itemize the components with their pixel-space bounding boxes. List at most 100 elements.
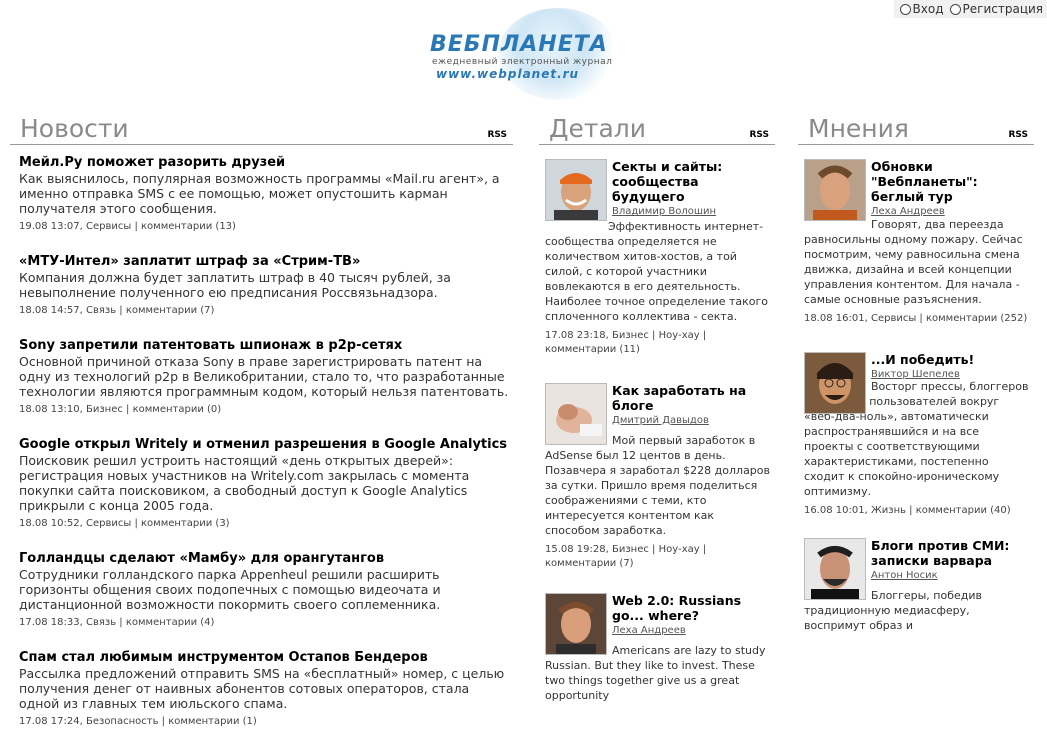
details-header: Детали RSS xyxy=(539,114,775,145)
news-item: Google открыл Writely и отменил разрешен… xyxy=(19,437,513,529)
news-meta: 17.08 18:33, Связь | комментарии (4) xyxy=(19,617,215,628)
news-section-link[interactable]: Сервисы xyxy=(86,221,131,232)
details-heading[interactable]: Детали xyxy=(549,114,646,144)
news-item: Голландцы сделают «Мамбу» для орангутанг… xyxy=(19,551,513,628)
article-meta[interactable]: 17.08 23:18, Бизнес | Ноу-хау | коммента… xyxy=(545,329,771,357)
news-title[interactable]: Мейл.Ру поможет разорить друзей xyxy=(19,155,513,171)
register-option[interactable]: Регистрация xyxy=(949,2,1043,16)
article-body: Мой первый заработок в AdSense был 12 це… xyxy=(545,434,771,537)
author-photo-icon xyxy=(546,160,606,220)
news-meta: 18.08 10:52, Сервисы | комментарии (3) xyxy=(19,518,230,529)
opinions-heading[interactable]: Мнения xyxy=(808,114,909,144)
opinions-header: Мнения RSS xyxy=(798,114,1034,145)
news-section-link[interactable]: Связь xyxy=(86,617,116,628)
site-logo[interactable]: ВЕБПЛАНЕТА ежедневный электронный журнал… xyxy=(428,6,628,100)
news-date: 19.08 13:07 xyxy=(19,221,80,232)
news-lead: Основной причиной отказа Sony в праве за… xyxy=(19,354,509,399)
author-photo[interactable] xyxy=(804,352,866,414)
article-author[interactable]: Дмитрий Давыдов xyxy=(612,415,771,426)
article-title[interactable]: Секты и сайты: сообщества будущего xyxy=(612,159,771,204)
news-comments-link[interactable]: комментарии (13) xyxy=(141,221,236,232)
news-section-link[interactable]: Бизнес xyxy=(86,404,123,415)
author-photo-icon xyxy=(546,384,606,444)
logo-brand: ВЕБПЛАНЕТА xyxy=(430,32,608,57)
news-lead: Сотрудники голландского парка Appenheul … xyxy=(19,567,441,612)
article-title[interactable]: Обновки "Вебпланеты": беглый тур xyxy=(871,159,1030,204)
author-photo[interactable] xyxy=(545,159,607,221)
opinions-column: Мнения RSS Обновки "Вебпланеты": беглый … xyxy=(798,114,1034,633)
news-meta: 18.08 14:57, Связь | комментарии (7) xyxy=(19,305,215,316)
article-title[interactable]: Web 2.0: Russians go... where? xyxy=(612,593,771,623)
author-photo[interactable] xyxy=(545,383,607,445)
login-radio-icon[interactable] xyxy=(899,3,911,15)
article-author[interactable]: Антон Носик xyxy=(871,570,1030,581)
login-label[interactable]: Вход xyxy=(913,2,944,16)
news-item: «МТУ-Интел» заплатит штраф за «Стрим-ТВ»… xyxy=(19,254,513,316)
news-item: Спам стал любимым инструментом Остапов Б… xyxy=(19,650,513,727)
article-author[interactable]: Леха Андреев xyxy=(871,206,1030,217)
news-rss-link[interactable]: RSS xyxy=(488,130,508,140)
news-column: Новости RSS Мейл.Ру поможет разорить дру… xyxy=(10,114,513,749)
author-photo-icon xyxy=(805,539,865,599)
details-article: Web 2.0: Russians go... where? Леха Андр… xyxy=(539,593,775,703)
news-meta: 19.08 13:07, Сервисы | комментарии (13) xyxy=(19,221,236,232)
news-lead: Компания должна будет заплатить штраф в … xyxy=(19,270,451,300)
news-comments-link[interactable]: комментарии (1) xyxy=(168,716,257,727)
article-body: Эффективность интернет-сообщества опреде… xyxy=(545,220,769,323)
auth-bar: Вход Регистрация xyxy=(893,0,1047,18)
article-head: Обновки "Вебпланеты": беглый тур Леха Ан… xyxy=(871,159,1030,219)
opinion-article: Обновки "Вебпланеты": беглый тур Леха Ан… xyxy=(798,159,1034,326)
article-meta[interactable]: 15.08 19:28, Бизнес | Ноу-хау | коммента… xyxy=(545,543,771,571)
news-section-link[interactable]: Связь xyxy=(86,305,116,316)
author-photo[interactable] xyxy=(545,593,607,655)
author-photo-icon xyxy=(805,353,865,413)
news-comments-link[interactable]: комментарии (4) xyxy=(126,617,215,628)
article-body: Говорят, два переезда равносильны одному… xyxy=(804,218,1023,306)
news-date: 18.08 10:52 xyxy=(19,518,80,529)
news-comments-link[interactable]: комментарии (0) xyxy=(133,404,222,415)
news-title[interactable]: Голландцы сделают «Мамбу» для орангутанг… xyxy=(19,551,513,567)
news-date: 18.08 14:57 xyxy=(19,305,80,316)
register-label[interactable]: Регистрация xyxy=(963,2,1043,16)
news-date: 17.08 18:33 xyxy=(19,617,80,628)
login-option[interactable]: Вход xyxy=(899,2,944,16)
news-date: 18.08 13:10 xyxy=(19,404,80,415)
news-title[interactable]: Google открыл Writely и отменил разрешен… xyxy=(19,437,513,453)
article-author[interactable]: Владимир Волошин xyxy=(612,206,771,217)
news-lead: Поисковик решил устроить настоящий «день… xyxy=(19,453,470,513)
logo-url: www.webplanet.ru xyxy=(436,67,580,81)
register-radio-icon[interactable] xyxy=(949,3,961,15)
news-title[interactable]: «МТУ-Интел» заплатит штраф за «Стрим-ТВ» xyxy=(19,254,513,270)
news-list: Мейл.Ру поможет разорить друзей Как выяс… xyxy=(10,145,513,727)
news-header: Новости RSS xyxy=(10,114,513,145)
news-comments-link[interactable]: комментарии (7) xyxy=(126,305,215,316)
article-author[interactable]: Леха Андреев xyxy=(612,625,771,636)
news-section-link[interactable]: Безопасность xyxy=(86,716,159,727)
opinion-article: Блоги против СМИ: записки варвара Антон … xyxy=(798,538,1034,633)
article-title[interactable]: Как заработать на блоге xyxy=(612,383,771,413)
news-item: Мейл.Ру поможет разорить друзей Как выяс… xyxy=(19,155,513,232)
details-article: Как заработать на блоге Дмитрий Давыдов … xyxy=(539,383,775,571)
article-title[interactable]: Блоги против СМИ: записки варвара xyxy=(871,538,1030,568)
article-meta[interactable]: 16.08 10:01, Жизнь | комментарии (40) xyxy=(804,504,1030,518)
news-section-link[interactable]: Сервисы xyxy=(86,518,131,529)
news-date: 17.08 17:24 xyxy=(19,716,80,727)
opinions-rss-link[interactable]: RSS xyxy=(1009,130,1029,140)
details-article: Секты и сайты: сообщества будущего Влади… xyxy=(539,159,775,357)
news-heading[interactable]: Новости xyxy=(20,114,129,144)
news-lead: Рассылка предложений отправить SMS на «б… xyxy=(19,666,505,711)
author-photo-icon xyxy=(546,594,606,654)
author-photo[interactable] xyxy=(804,538,866,600)
details-rss-link[interactable]: RSS xyxy=(750,130,770,140)
article-meta[interactable]: 18.08 16:01, Сервисы | комментарии (252) xyxy=(804,312,1030,326)
article-title[interactable]: ...И победить! xyxy=(871,352,1030,367)
news-title[interactable]: Sony запретили патентовать шпионаж в p2p… xyxy=(19,338,513,354)
news-meta: 18.08 13:10, Бизнес | комментарии (0) xyxy=(19,404,222,415)
author-photo[interactable] xyxy=(804,159,866,221)
news-comments-link[interactable]: комментарии (3) xyxy=(141,518,230,529)
article-head: Секты и сайты: сообщества будущего Влади… xyxy=(612,159,771,219)
logo-tagline: ежедневный электронный журнал xyxy=(432,57,613,67)
details-column: Детали RSS Секты и сайты: сообщества буд… xyxy=(539,114,775,703)
news-title[interactable]: Спам стал любимым инструментом Остапов Б… xyxy=(19,650,513,666)
author-photo-icon xyxy=(805,160,865,220)
